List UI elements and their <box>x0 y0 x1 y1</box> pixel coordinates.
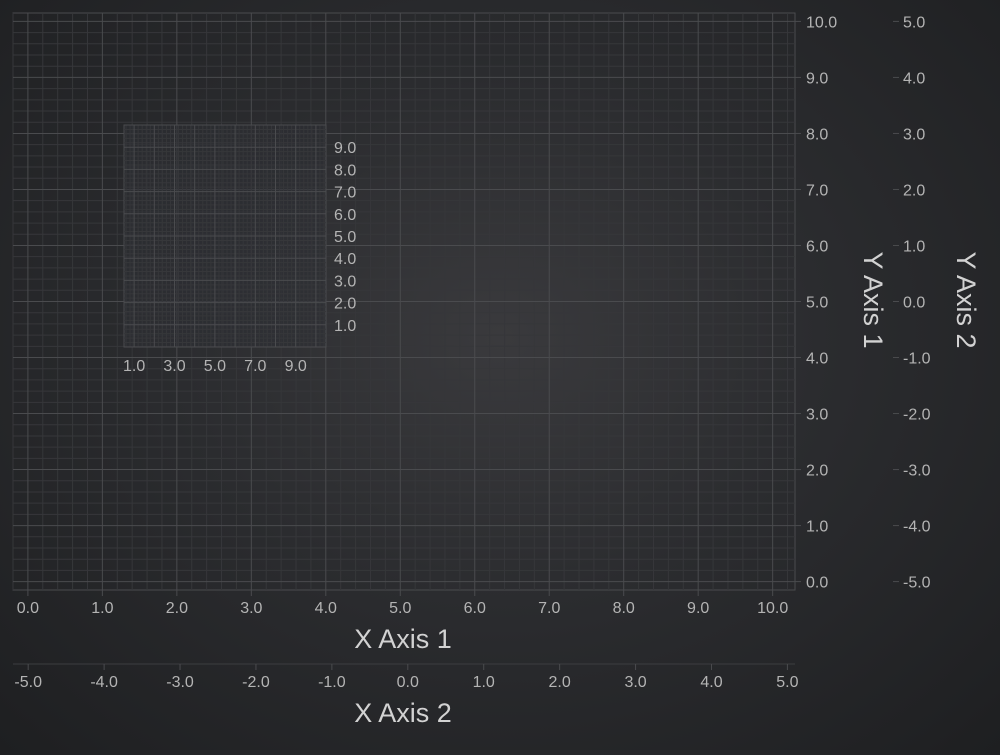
x-axis-2-tick-label: -3.0 <box>166 674 194 691</box>
y-axis-1-tick-label: 4.0 <box>806 351 828 368</box>
inset-x-tick-label: 1.0 <box>123 358 145 375</box>
y-axis-1-title: Y Axis 1 <box>858 251 888 348</box>
y-axis-2-tick-label: 0.0 <box>903 295 925 312</box>
x-axis-1-tick-label: 1.0 <box>91 600 113 617</box>
y-axis-1-tick-label: 2.0 <box>806 463 828 480</box>
y-axis-1-tick-label: 6.0 <box>806 238 828 255</box>
inset-x-tick-label: 5.0 <box>204 358 226 375</box>
y-axis-1-tick-label: 0.0 <box>806 575 828 592</box>
x-axis-1-tick-label: 7.0 <box>538 600 560 617</box>
x-axis-1-tick-label: 9.0 <box>687 600 709 617</box>
axis-titles: X Axis 1 X Axis 2 Y Axis 1 Y Axis 2 <box>354 251 981 728</box>
y-axis-2-tick-label: 5.0 <box>903 14 925 31</box>
x-axis-2-tick-label: 4.0 <box>700 674 722 691</box>
inset-y-tick-label: 6.0 <box>334 207 356 224</box>
y-axis-2-tick-label: 4.0 <box>903 70 925 87</box>
x-axis-1-tick-label: 3.0 <box>240 600 262 617</box>
inset-y-tick-label: 3.0 <box>334 273 356 290</box>
x-axis-2-tick-label: -4.0 <box>90 674 118 691</box>
inset-y-tick-label: 9.0 <box>334 140 356 157</box>
chart-container: 1.0 3.0 5.0 7.0 9.0 1.0 2.0 3.0 4.0 5.0 6.0 7.0 8.0 9… <box>0 0 1000 750</box>
x-axis-2-tick-label: 1.0 <box>473 674 495 691</box>
x-axis-1-tick-label: 4.0 <box>315 600 337 617</box>
inset-y-tick-label: 4.0 <box>334 251 356 268</box>
x-axis-2-tick-label: 0.0 <box>397 674 419 691</box>
y-axis-2-tick-label: -5.0 <box>903 575 931 592</box>
y-axis-1-tick-label: 7.0 <box>806 182 828 199</box>
inset-x-tick-label: 7.0 <box>244 358 266 375</box>
x-axis-2-tick-label: -2.0 <box>242 674 270 691</box>
y-axis-1-tick-label: 3.0 <box>806 407 828 424</box>
x-axis-2-tick-label: -5.0 <box>14 674 42 691</box>
x-axis-1-tick-label: 8.0 <box>613 600 635 617</box>
inset-x-tick-label: 9.0 <box>285 358 307 375</box>
x-axis-1-title: X Axis 1 <box>354 624 452 654</box>
y-axis-2-tick-label: -2.0 <box>903 407 931 424</box>
x-axis-2-tick-label: -1.0 <box>318 674 346 691</box>
y-axis-2-tick-label: -1.0 <box>903 351 931 368</box>
y-axis-2-tick-label: -3.0 <box>903 463 931 480</box>
inset-y-tick-label: 2.0 <box>334 296 356 313</box>
inset-y-tick-label: 5.0 <box>334 229 356 246</box>
y-axis-1-tick-label: 9.0 <box>806 70 828 87</box>
y-axis-1-tick-label: 10.0 <box>806 14 837 31</box>
x-axis-1-tick-label: 5.0 <box>389 600 411 617</box>
inset-y-tick-label: 8.0 <box>334 162 356 179</box>
y-axis-2-tick-label: 2.0 <box>903 182 925 199</box>
inset-chart[interactable]: 1.0 3.0 5.0 7.0 9.0 1.0 2.0 3.0 4.0 5.0 6.0 7.0 8.0 9… <box>123 124 356 375</box>
x-axis-2-tick-label: 3.0 <box>624 674 646 691</box>
x-axis-1-tick-label: 10.0 <box>757 600 788 617</box>
y-axis-1-tick-label: 8.0 <box>806 126 828 143</box>
x-axis-2-tick-label: 5.0 <box>776 674 798 691</box>
x-axis-2-title: X Axis 2 <box>354 698 452 728</box>
chart-svg: 1.0 3.0 5.0 7.0 9.0 1.0 2.0 3.0 4.0 5.0 6.0 7.0 8.0 9… <box>12 12 981 728</box>
inset-y-tick-label: 1.0 <box>334 318 356 335</box>
x-axis-1-tick-label: 6.0 <box>464 600 486 617</box>
y-axis-2-tick-label: -4.0 <box>903 519 931 536</box>
x-axis-2-tick-label: 2.0 <box>549 674 571 691</box>
x-axis-1-tick-label: 2.0 <box>166 600 188 617</box>
y-axis-2-tick-label: 1.0 <box>903 238 925 255</box>
y-axis-2-title: Y Axis 2 <box>951 251 981 348</box>
y-axis-1-tick-label: 1.0 <box>806 519 828 536</box>
inset-y-tick-label: 7.0 <box>334 185 356 202</box>
inset-x-tick-label: 3.0 <box>163 358 185 375</box>
x-axis-1-tick-label: 0.0 <box>17 600 39 617</box>
y-axis-2-tick-label: 3.0 <box>903 126 925 143</box>
y-axis-1-tick-label: 5.0 <box>806 295 828 312</box>
